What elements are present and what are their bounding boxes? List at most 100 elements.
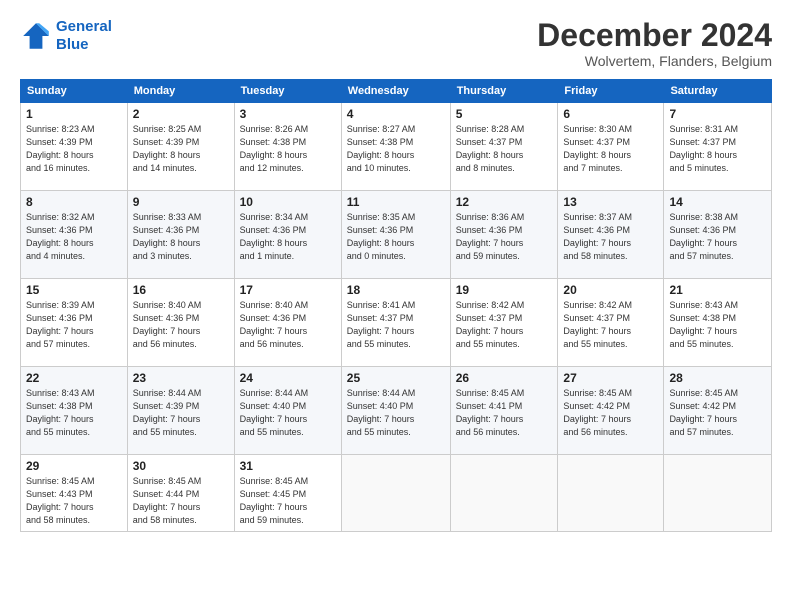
day-number: 6	[563, 107, 658, 121]
day-number: 18	[347, 283, 445, 297]
week-row-3: 15 Sunrise: 8:39 AM Sunset: 4:36 PM Dayli…	[21, 279, 772, 367]
calendar-cell: 14 Sunrise: 8:38 AM Sunset: 4:36 PM Dayli…	[664, 191, 772, 279]
day-info: Sunrise: 8:34 AM Sunset: 4:36 PM Dayligh…	[240, 211, 336, 263]
day-info: Sunrise: 8:37 AM Sunset: 4:36 PM Dayligh…	[563, 211, 658, 263]
day-number: 14	[669, 195, 766, 209]
day-info: Sunrise: 8:41 AM Sunset: 4:37 PM Dayligh…	[347, 299, 445, 351]
day-number: 24	[240, 371, 336, 385]
day-number: 10	[240, 195, 336, 209]
day-info: Sunrise: 8:43 AM Sunset: 4:38 PM Dayligh…	[669, 299, 766, 351]
day-number: 16	[133, 283, 229, 297]
page: General Blue December 2024 Wolvertem, Fl…	[0, 0, 792, 612]
calendar-cell: 29 Sunrise: 8:45 AM Sunset: 4:43 PM Dayli…	[21, 455, 128, 532]
calendar-cell: 18 Sunrise: 8:41 AM Sunset: 4:37 PM Dayli…	[341, 279, 450, 367]
calendar-table: SundayMondayTuesdayWednesdayThursdayFrid…	[20, 79, 772, 532]
day-info: Sunrise: 8:26 AM Sunset: 4:38 PM Dayligh…	[240, 123, 336, 175]
day-info: Sunrise: 8:44 AM Sunset: 4:40 PM Dayligh…	[347, 387, 445, 439]
header-tuesday: Tuesday	[234, 80, 341, 103]
calendar-cell: 3 Sunrise: 8:26 AM Sunset: 4:38 PM Daylig…	[234, 103, 341, 191]
header-monday: Monday	[127, 80, 234, 103]
day-info: Sunrise: 8:45 AM Sunset: 4:44 PM Dayligh…	[133, 475, 229, 527]
day-info: Sunrise: 8:33 AM Sunset: 4:36 PM Dayligh…	[133, 211, 229, 263]
day-info: Sunrise: 8:25 AM Sunset: 4:39 PM Dayligh…	[133, 123, 229, 175]
day-number: 19	[456, 283, 553, 297]
day-number: 8	[26, 195, 122, 209]
calendar-cell: 12 Sunrise: 8:36 AM Sunset: 4:36 PM Dayli…	[450, 191, 558, 279]
calendar-cell: 20Sunrise: 8:42 AM Sunset: 4:37 PM Dayli…	[558, 279, 664, 367]
day-number: 15	[26, 283, 122, 297]
calendar-cell: 7 Sunrise: 8:31 AM Sunset: 4:37 PM Daylig…	[664, 103, 772, 191]
calendar-cell: 27 Sunrise: 8:45 AM Sunset: 4:42 PM Dayli…	[558, 367, 664, 455]
day-number: 26	[456, 371, 553, 385]
day-number: 3	[240, 107, 336, 121]
day-number: 1	[26, 107, 122, 121]
day-number: 22	[26, 371, 122, 385]
calendar-cell: 5 Sunrise: 8:28 AM Sunset: 4:37 PM Daylig…	[450, 103, 558, 191]
day-number: 9	[133, 195, 229, 209]
day-number: 12	[456, 195, 553, 209]
day-info: Sunrise: 8:45 AM Sunset: 4:43 PM Dayligh…	[26, 475, 122, 527]
calendar-cell: 30 Sunrise: 8:45 AM Sunset: 4:44 PM Dayli…	[127, 455, 234, 532]
day-number: 11	[347, 195, 445, 209]
calendar-cell: 10 Sunrise: 8:34 AM Sunset: 4:36 PM Dayli…	[234, 191, 341, 279]
day-info: Sunrise: 8:28 AM Sunset: 4:37 PM Dayligh…	[456, 123, 553, 175]
calendar-cell: 4 Sunrise: 8:27 AM Sunset: 4:38 PM Daylig…	[341, 103, 450, 191]
day-info: Sunrise: 8:35 AM Sunset: 4:36 PM Dayligh…	[347, 211, 445, 263]
day-info: Sunrise: 8:45 AM Sunset: 4:41 PM Dayligh…	[456, 387, 553, 439]
day-info: Sunrise: 8:39 AM Sunset: 4:36 PM Dayligh…	[26, 299, 122, 351]
calendar-cell: 25 Sunrise: 8:44 AM Sunset: 4:40 PM Dayli…	[341, 367, 450, 455]
day-number: 13	[563, 195, 658, 209]
calendar-cell: 8 Sunrise: 8:32 AM Sunset: 4:36 PM Daylig…	[21, 191, 128, 279]
calendar-cell: 16Sunrise: 8:40 AM Sunset: 4:36 PM Dayli…	[127, 279, 234, 367]
day-info: Sunrise: 8:44 AM Sunset: 4:39 PM Dayligh…	[133, 387, 229, 439]
calendar-cell: 9 Sunrise: 8:33 AM Sunset: 4:36 PM Daylig…	[127, 191, 234, 279]
calendar-header-row: SundayMondayTuesdayWednesdayThursdayFrid…	[21, 80, 772, 103]
calendar-cell: 13 Sunrise: 8:37 AM Sunset: 4:36 PM Dayli…	[558, 191, 664, 279]
day-info: Sunrise: 8:43 AM Sunset: 4:38 PM Dayligh…	[26, 387, 122, 439]
day-number: 4	[347, 107, 445, 121]
header-sunday: Sunday	[21, 80, 128, 103]
calendar-cell: 19Sunrise: 8:42 AM Sunset: 4:37 PM Dayli…	[450, 279, 558, 367]
day-info: Sunrise: 8:45 AM Sunset: 4:42 PM Dayligh…	[669, 387, 766, 439]
logo-line1: General	[56, 18, 112, 35]
day-number: 31	[240, 459, 336, 473]
day-info: Sunrise: 8:40 AM Sunset: 4:36 PM Dayligh…	[240, 299, 336, 351]
header-thursday: Thursday	[450, 80, 558, 103]
day-info: Sunrise: 8:32 AM Sunset: 4:36 PM Dayligh…	[26, 211, 122, 263]
title-block: December 2024 Wolvertem, Flanders, Belgi…	[537, 18, 772, 69]
day-info: Sunrise: 8:44 AM Sunset: 4:40 PM Dayligh…	[240, 387, 336, 439]
calendar-cell: 22 Sunrise: 8:43 AM Sunset: 4:38 PM Dayli…	[21, 367, 128, 455]
calendar-cell	[664, 455, 772, 532]
day-info: Sunrise: 8:45 AM Sunset: 4:42 PM Dayligh…	[563, 387, 658, 439]
week-row-5: 29 Sunrise: 8:45 AM Sunset: 4:43 PM Dayli…	[21, 455, 772, 532]
day-number: 5	[456, 107, 553, 121]
day-info: Sunrise: 8:38 AM Sunset: 4:36 PM Dayligh…	[669, 211, 766, 263]
header: General Blue December 2024 Wolvertem, Fl…	[20, 18, 772, 69]
day-number: 29	[26, 459, 122, 473]
logo-line2: Blue	[56, 36, 89, 53]
day-info: Sunrise: 8:42 AM Sunset: 4:37 PM Dayligh…	[563, 299, 658, 351]
day-number: 27	[563, 371, 658, 385]
day-info: Sunrise: 8:30 AM Sunset: 4:37 PM Dayligh…	[563, 123, 658, 175]
day-number: 25	[347, 371, 445, 385]
day-info: Sunrise: 8:23 AM Sunset: 4:39 PM Dayligh…	[26, 123, 122, 175]
day-info: Sunrise: 8:36 AM Sunset: 4:36 PM Dayligh…	[456, 211, 553, 263]
week-row-2: 8 Sunrise: 8:32 AM Sunset: 4:36 PM Daylig…	[21, 191, 772, 279]
calendar-cell: 2Sunrise: 8:25 AM Sunset: 4:39 PM Daylig…	[127, 103, 234, 191]
day-number: 21	[669, 283, 766, 297]
day-number: 30	[133, 459, 229, 473]
calendar-cell: 17Sunrise: 8:40 AM Sunset: 4:36 PM Dayli…	[234, 279, 341, 367]
day-number: 7	[669, 107, 766, 121]
week-row-1: 1 Sunrise: 8:23 AM Sunset: 4:39 PM Daylig…	[21, 103, 772, 191]
logo-text: General Blue	[56, 18, 112, 54]
day-info: Sunrise: 8:45 AM Sunset: 4:45 PM Dayligh…	[240, 475, 336, 527]
day-info: Sunrise: 8:27 AM Sunset: 4:38 PM Dayligh…	[347, 123, 445, 175]
header-wednesday: Wednesday	[341, 80, 450, 103]
calendar-cell: 26 Sunrise: 8:45 AM Sunset: 4:41 PM Dayli…	[450, 367, 558, 455]
day-number: 28	[669, 371, 766, 385]
calendar-cell: 1 Sunrise: 8:23 AM Sunset: 4:39 PM Daylig…	[21, 103, 128, 191]
day-info: Sunrise: 8:31 AM Sunset: 4:37 PM Dayligh…	[669, 123, 766, 175]
calendar-cell: 6 Sunrise: 8:30 AM Sunset: 4:37 PM Daylig…	[558, 103, 664, 191]
subtitle: Wolvertem, Flanders, Belgium	[537, 53, 772, 69]
calendar-cell: 28 Sunrise: 8:45 AM Sunset: 4:42 PM Dayli…	[664, 367, 772, 455]
